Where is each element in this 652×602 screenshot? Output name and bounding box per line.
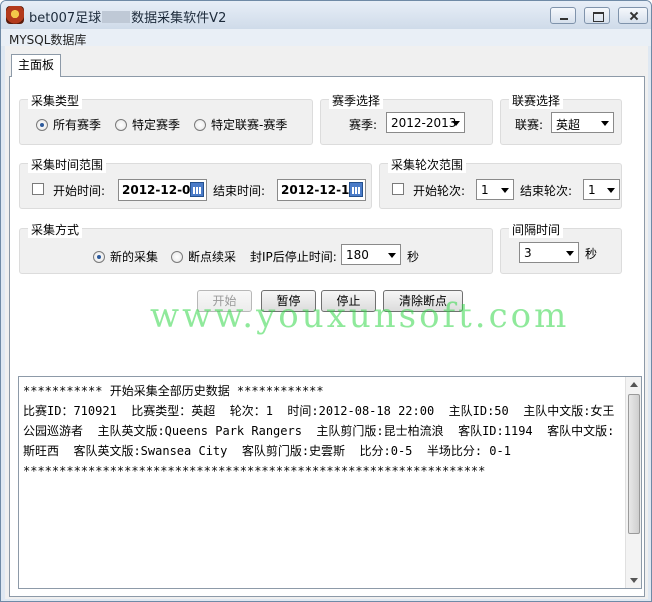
maximize-icon: [585, 8, 609, 23]
ip-block-stop-label: 封IP后停止时间:: [250, 250, 337, 264]
client-area: 主面板 采集类型 所有赛季 特定赛季 特定联赛-赛季 赛季选择 赛季: 2012…: [5, 46, 648, 599]
interval-group: 间隔时间 3 秒: [500, 221, 622, 274]
chevron-down-icon: [566, 251, 574, 256]
league-select[interactable]: 英超: [551, 112, 614, 133]
minimize-button[interactable]: [550, 7, 576, 24]
end-date-picker[interactable]: 2012-12-13: [277, 179, 366, 201]
radio-all-seasons[interactable]: 所有赛季: [36, 116, 101, 133]
interval-value: 3: [524, 246, 532, 260]
league-select-value: 英超: [556, 118, 581, 132]
log-line: 比赛ID：710921 比赛类型：英超 轮次：1 时间:2012-08-18 2…: [23, 404, 615, 458]
radio-specific-league-season[interactable]: 特定联赛-赛季: [194, 116, 287, 133]
close-button[interactable]: [618, 7, 648, 24]
interval-unit: 秒: [585, 247, 598, 261]
end-round-label: 结束轮次:: [520, 184, 573, 198]
end-time-label: 结束时间:: [213, 184, 266, 198]
interval-select[interactable]: 3: [519, 242, 579, 263]
season-group: 赛季选择 赛季: 2012-2013: [320, 92, 493, 145]
end-round-select[interactable]: 1: [583, 179, 620, 200]
radio-selected-icon: [36, 118, 48, 131]
menu-bar: MYSQL数据库: [1, 29, 651, 47]
radio-unselected-icon: [115, 118, 127, 131]
radio-unselected-icon: [171, 250, 183, 263]
scroll-thumb[interactable]: [628, 394, 640, 534]
log-output[interactable]: *********** 开始采集全部历史数据 ************ 比赛ID…: [18, 376, 642, 589]
app-logo-icon: [6, 6, 24, 24]
radio-all-seasons-label: 所有赛季: [53, 118, 102, 132]
league-group: 联赛选择 联赛: 英超: [500, 92, 622, 145]
scroll-down-icon[interactable]: [626, 572, 642, 588]
app-window: bet007足球 数据采集软件V2 MYSQL数据库 主面板 采集类型 所有赛季 …: [0, 0, 652, 602]
chevron-down-icon: [501, 188, 509, 193]
radio-new-collect[interactable]: 新的采集: [93, 248, 158, 265]
collect-type-group: 采集类型 所有赛季 特定赛季 特定联赛-赛季: [19, 92, 313, 145]
tab-main-panel[interactable]: 主面板: [11, 54, 61, 77]
start-date-picker[interactable]: 2012-12-04: [118, 179, 207, 201]
radio-new-collect-label: 新的采集: [110, 250, 159, 264]
season-legend: 赛季选择: [329, 92, 384, 109]
scroll-up-icon[interactable]: [626, 377, 642, 393]
chevron-down-icon: [607, 188, 615, 193]
calendar-icon[interactable]: [349, 182, 363, 197]
radio-specific-season[interactable]: 特定赛季: [115, 116, 180, 133]
radio-specific-league-season-label: 特定联赛-赛季: [211, 118, 288, 132]
ip-block-stop-select[interactable]: 180: [341, 244, 401, 265]
start-round-value: 1: [481, 183, 489, 197]
end-round-value: 1: [588, 183, 596, 197]
radio-specific-season-label: 特定赛季: [132, 118, 181, 132]
start-round-label: 开始轮次:: [413, 184, 466, 198]
season-select[interactable]: 2012-2013: [386, 112, 465, 133]
start-round-select[interactable]: 1: [476, 179, 514, 200]
ip-block-stop-value: 180: [346, 248, 369, 262]
watermark: www.youxunsoft.com: [150, 296, 570, 336]
collect-type-legend: 采集类型: [28, 92, 83, 109]
start-time-label: 开始时间:: [53, 184, 106, 198]
season-label: 赛季:: [349, 118, 378, 132]
time-range-checkbox[interactable]: [32, 183, 44, 195]
log-line: ****************************************…: [23, 464, 486, 478]
radio-resume-collect[interactable]: 断点续采: [171, 248, 236, 265]
radio-unselected-icon: [194, 118, 206, 131]
title-bar[interactable]: bet007足球 数据采集软件V2: [1, 1, 651, 29]
minimize-icon: [551, 8, 575, 23]
redacted-title-fragment: [102, 11, 131, 23]
ip-block-stop-unit: 秒: [407, 250, 420, 264]
radio-resume-collect-label: 断点续采: [188, 250, 237, 264]
main-panel: 采集类型 所有赛季 特定赛季 特定联赛-赛季 赛季选择 赛季: 2012-201…: [9, 76, 645, 597]
start-date-value: 2012-12-04: [122, 183, 199, 197]
close-icon: [619, 8, 647, 23]
round-range-checkbox[interactable]: [392, 183, 404, 195]
round-range-group: 采集轮次范围 开始轮次: 1 结束轮次: 1: [379, 156, 622, 209]
time-range-group: 采集时间范围 开始时间: 2012-12-04 结束时间: 2012-12-13: [19, 156, 372, 209]
log-line: *********** 开始采集全部历史数据 ************: [23, 384, 324, 398]
league-label: 联赛:: [515, 118, 544, 132]
log-scrollbar[interactable]: [625, 377, 641, 588]
season-select-value: 2012-2013: [391, 116, 457, 130]
end-date-value: 2012-12-13: [281, 183, 358, 197]
radio-selected-icon: [93, 250, 105, 263]
league-legend: 联赛选择: [509, 92, 564, 109]
chevron-down-icon: [388, 253, 396, 258]
round-range-legend: 采集轮次范围: [388, 156, 467, 173]
log-text: *********** 开始采集全部历史数据 ************ 比赛ID…: [23, 381, 621, 481]
chevron-down-icon: [601, 121, 609, 126]
collect-method-group: 采集方式 新的采集 断点续采 封IP后停止时间: 180 秒: [19, 221, 493, 274]
interval-legend: 间隔时间: [509, 221, 564, 238]
collect-method-legend: 采集方式: [28, 221, 83, 238]
time-range-legend: 采集时间范围: [28, 156, 107, 173]
window-title: bet007足球 数据采集软件V2: [29, 11, 227, 26]
chevron-down-icon: [452, 121, 460, 126]
maximize-button[interactable]: [584, 7, 610, 24]
calendar-icon[interactable]: [190, 182, 204, 197]
